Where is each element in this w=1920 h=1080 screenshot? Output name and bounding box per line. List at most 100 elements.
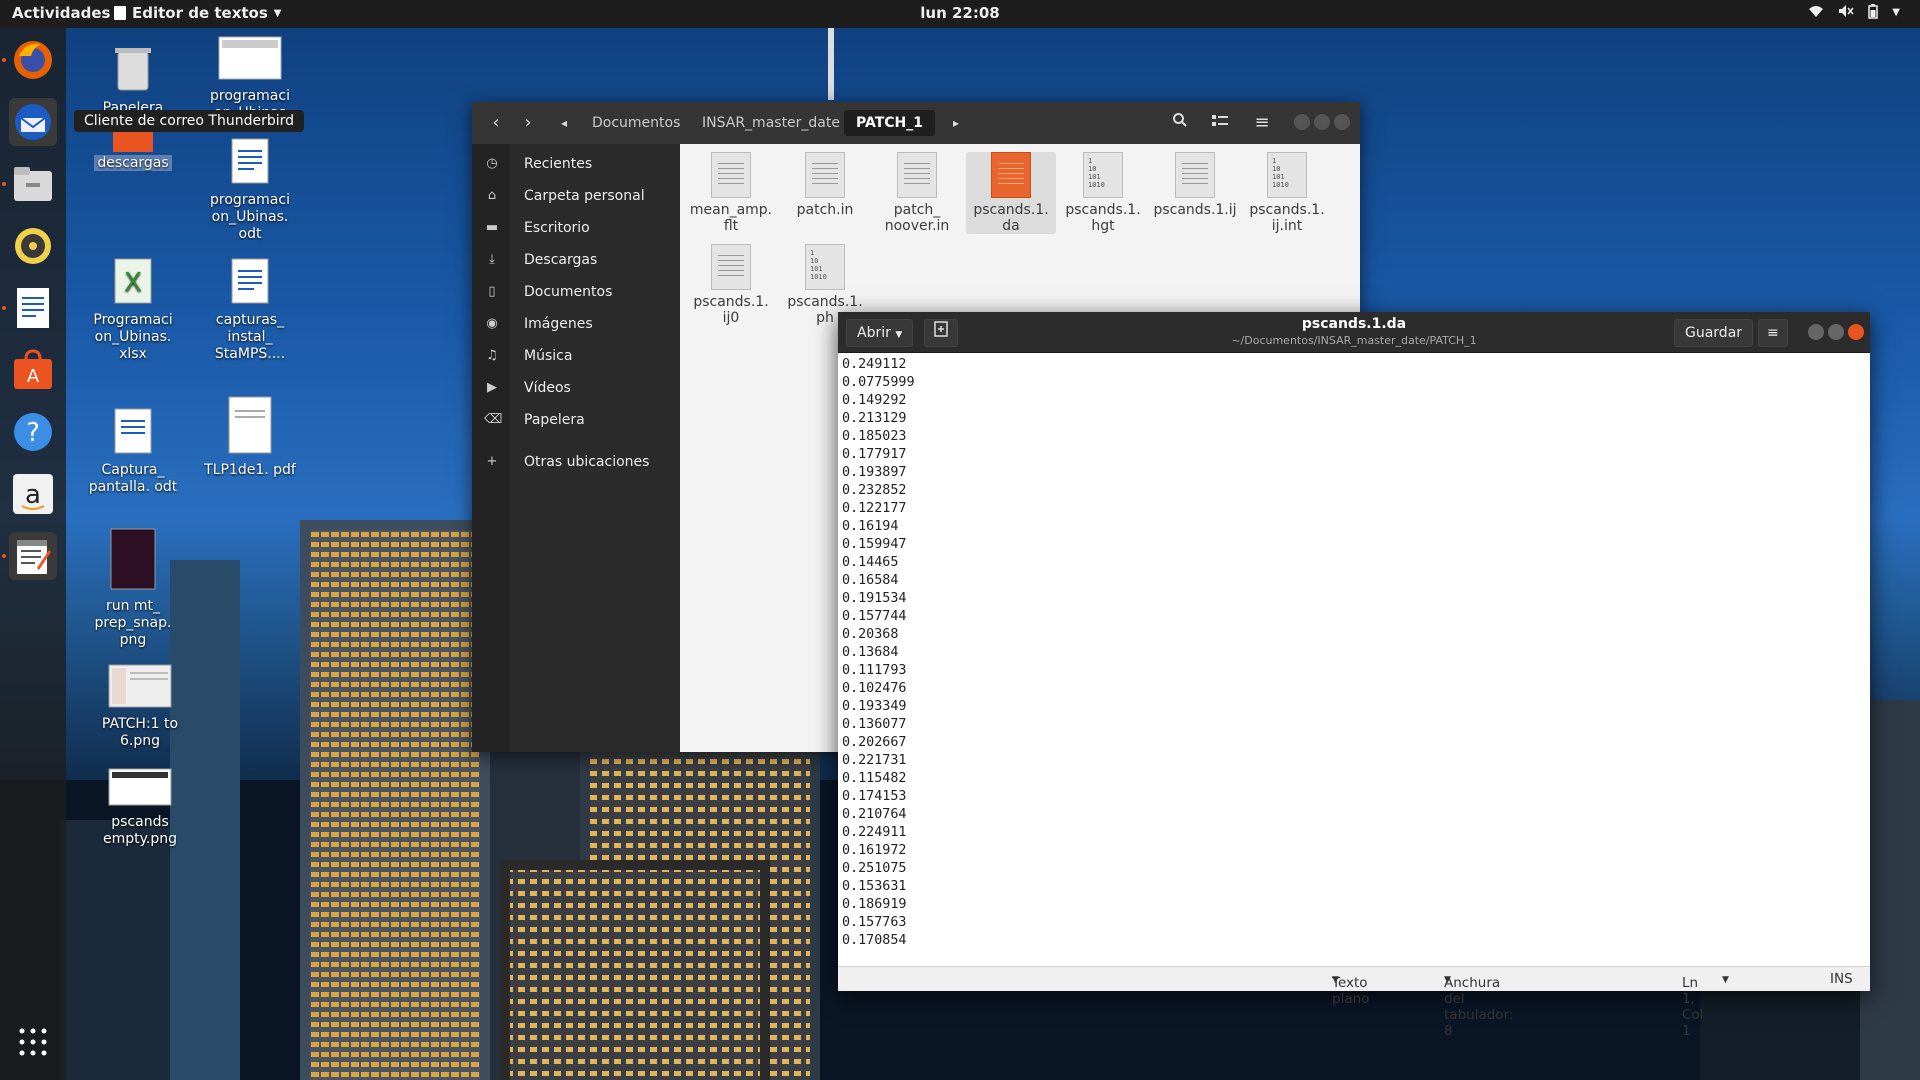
file-item[interactable]: pscands.1. ij0 xyxy=(686,244,776,326)
text-line[interactable]: 0.149292 xyxy=(842,392,1862,410)
amazon-icon[interactable]: a xyxy=(9,470,57,518)
text-line[interactable]: 0.0775999 xyxy=(842,374,1862,392)
file-item-selected[interactable]: pscands.1. da xyxy=(966,152,1056,234)
text-line[interactable]: 0.221731 xyxy=(842,752,1862,770)
help-icon[interactable]: ? xyxy=(9,408,57,456)
text-line[interactable]: 0.14465 xyxy=(842,554,1862,572)
minimize-button[interactable] xyxy=(1294,114,1310,130)
text-line[interactable]: 0.157744 xyxy=(842,608,1862,626)
text-editor-icon[interactable] xyxy=(9,532,57,580)
minimize-button[interactable] xyxy=(1808,324,1824,340)
show-apps-icon[interactable] xyxy=(9,1018,57,1066)
search-icon[interactable] xyxy=(1166,110,1194,136)
sidebar-item-musica[interactable]: ♫ Música xyxy=(472,342,680,372)
sidebar-item-escritorio[interactable]: ▬ Escritorio xyxy=(472,214,680,244)
sidebar-item-imagenes[interactable]: ◉ Imágenes xyxy=(472,310,680,340)
text-line[interactable]: 0.170854 xyxy=(842,932,1862,946)
text-line[interactable]: 0.16194 xyxy=(842,518,1862,536)
wifi-icon[interactable] xyxy=(1808,4,1824,23)
maximize-button[interactable] xyxy=(1828,324,1844,340)
desktop-icon-run-mt-prep[interactable]: run mt_ prep_snap. png xyxy=(85,528,181,649)
desktop-icon-capturas-instal[interactable]: capturas_ instal_ StaMPS.... xyxy=(202,258,298,363)
text-line[interactable]: 0.20368 xyxy=(842,626,1862,644)
breadcrumb-documentos[interactable]: Documentos xyxy=(580,110,692,136)
software-icon[interactable]: A xyxy=(9,346,57,394)
sidebar-item-videos[interactable]: ▶ Vídeos xyxy=(472,374,680,404)
firefox-icon[interactable] xyxy=(9,36,57,84)
chevron-down-icon: ▼ xyxy=(1444,975,1451,985)
sidebar-item-carpeta-personal[interactable]: ⌂ Carpeta personal xyxy=(472,182,680,212)
text-line[interactable]: 0.161972 xyxy=(842,842,1862,860)
text-line[interactable]: 0.210764 xyxy=(842,806,1862,824)
text-line[interactable]: 0.224911 xyxy=(842,824,1862,842)
desktop-icon-programacion-xlsx[interactable]: X Programaci on_Ubinas. xlsx xyxy=(85,258,181,363)
writer-icon[interactable] xyxy=(9,284,57,332)
files-icon[interactable] xyxy=(9,160,57,208)
text-line[interactable]: 0.102476 xyxy=(842,680,1862,698)
text-line[interactable]: 0.191534 xyxy=(842,590,1862,608)
desktop-icon-captura-pantalla[interactable]: Captura_ pantalla. odt xyxy=(85,408,181,496)
text-line[interactable]: 0.193897 xyxy=(842,464,1862,482)
text-line[interactable]: 0.159947 xyxy=(842,536,1862,554)
sidebar-item-recientes[interactable]: ◷ Recientes xyxy=(472,150,680,180)
text-line[interactable]: 0.177917 xyxy=(842,446,1862,464)
battery-icon[interactable] xyxy=(1868,4,1879,23)
close-button[interactable] xyxy=(1334,114,1350,130)
desktop-icon-papelera[interactable]: Papelera xyxy=(85,44,181,117)
text-line[interactable]: 0.16584 xyxy=(842,572,1862,590)
sidebar-item-documentos[interactable]: ▯ Documentos xyxy=(472,278,680,308)
editor-text-area[interactable]: 0.249112 0.0775999 0.149292 0.213129 0.18502… xyxy=(842,356,1862,946)
text-line[interactable]: 0.232852 xyxy=(842,482,1862,500)
desktop-icon-programacion-odt[interactable]: programaci on_Ubinas. odt xyxy=(202,138,298,243)
text-line[interactable]: 0.202667 xyxy=(842,734,1862,752)
clock[interactable]: lun 22:08 xyxy=(0,4,1920,22)
file-item[interactable]: patch_ noover.in xyxy=(872,152,962,234)
file-item[interactable]: pscands.1.ij xyxy=(1150,152,1240,218)
back-button[interactable]: ‹ xyxy=(482,110,510,136)
save-button[interactable]: Guardar xyxy=(1674,319,1754,347)
file-item[interactable]: 1 10 101 1010 pscands.1. ij.int xyxy=(1242,152,1332,234)
view-options-icon[interactable] xyxy=(1206,110,1234,136)
text-line[interactable]: 0.251075 xyxy=(842,860,1862,878)
rhythmbox-icon[interactable] xyxy=(9,222,57,270)
volume-icon[interactable] xyxy=(1838,4,1854,23)
folder-icon xyxy=(85,132,181,152)
app-menu[interactable]: Editor de textos ▼ xyxy=(114,4,281,22)
sidebar-item-papelera[interactable]: ⌫ Papelera xyxy=(472,406,680,436)
text-line[interactable]: 0.249112 xyxy=(842,356,1862,374)
text-line[interactable]: 0.13684 xyxy=(842,644,1862,662)
desktop-icon-patch-1-to-6[interactable]: PATCH:1 to 6.png xyxy=(92,664,188,750)
system-tray[interactable]: ▼ xyxy=(1808,4,1900,23)
desktop-icon-descargas[interactable]: descargas xyxy=(85,132,181,172)
sidebar-item-descargas[interactable]: ⤓ Descargas xyxy=(472,246,680,276)
text-line[interactable]: 0.153631 xyxy=(842,878,1862,896)
chevron-down-icon[interactable]: ▼ xyxy=(1892,4,1900,23)
breadcrumb-insar-master-date[interactable]: INSAR_master_date xyxy=(690,110,852,136)
text-line[interactable]: 0.186919 xyxy=(842,896,1862,914)
text-line[interactable]: 0.193349 xyxy=(842,698,1862,716)
activities-button[interactable]: Actividades xyxy=(12,4,110,22)
text-line[interactable]: 0.185023 xyxy=(842,428,1862,446)
maximize-button[interactable] xyxy=(1314,114,1330,130)
file-item[interactable]: mean_amp. flt xyxy=(686,152,776,234)
text-line[interactable]: 0.111793 xyxy=(842,662,1862,680)
file-item[interactable]: patch.in xyxy=(780,152,870,218)
text-line[interactable]: 0.122177 xyxy=(842,500,1862,518)
path-left-arrow[interactable]: ◂ xyxy=(550,110,578,136)
text-line[interactable]: 0.136077 xyxy=(842,716,1862,734)
text-line[interactable]: 0.174153 xyxy=(842,788,1862,806)
text-line[interactable]: 0.157763 xyxy=(842,914,1862,932)
text-line[interactable]: 0.115482 xyxy=(842,770,1862,788)
close-button[interactable] xyxy=(1848,324,1864,340)
file-item[interactable]: 1 10 101 1010 pscands.1. hgt xyxy=(1058,152,1148,234)
breadcrumb-patch-1[interactable]: PATCH_1 xyxy=(844,110,936,136)
path-right-arrow[interactable]: ▸ xyxy=(942,110,970,136)
sidebar-item-otras-ubicaciones[interactable]: + Otras ubicaciones xyxy=(472,448,680,478)
desktop-icon-tlp1de1[interactable]: TLP1de1. pdf xyxy=(202,396,298,479)
hamburger-menu-icon[interactable]: ≡ xyxy=(1758,319,1788,347)
hamburger-menu-icon[interactable]: ≡ xyxy=(1248,110,1276,136)
text-line[interactable]: 0.213129 xyxy=(842,410,1862,428)
forward-button[interactable]: › xyxy=(514,110,542,136)
thunderbird-icon[interactable] xyxy=(9,98,57,146)
desktop-icon-pscands-empty[interactable]: pscands empty.png xyxy=(92,768,188,848)
